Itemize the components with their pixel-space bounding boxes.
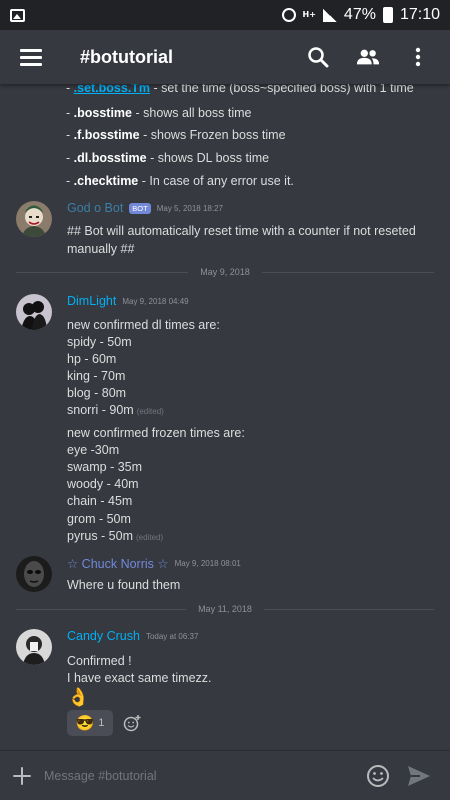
username[interactable]: DimLight xyxy=(67,294,116,308)
message-text: grom - 50m xyxy=(67,512,131,526)
channel-title: #botutorial xyxy=(80,46,173,67)
clock: 17:10 xyxy=(399,6,440,23)
timestamp: Today at 06:37 xyxy=(145,631,199,641)
message-text: new confirmed frozen times are: xyxy=(67,426,245,440)
alarm-icon xyxy=(281,8,296,22)
battery-icon xyxy=(382,7,393,23)
username[interactable]: ☆ Chuck Norris ☆ xyxy=(67,556,169,571)
message-composer xyxy=(0,750,450,800)
signal-icon xyxy=(322,8,337,22)
avatar[interactable] xyxy=(16,201,52,237)
username[interactable]: Candy Crush xyxy=(67,629,140,643)
message-text: ## Bot will automatically reset time wit… xyxy=(67,224,416,238)
add-reaction-icon[interactable] xyxy=(123,714,141,732)
add-attachment-icon[interactable] xyxy=(12,766,32,786)
menu-icon[interactable] xyxy=(20,49,42,66)
message-header: DimLight May 9, 2018 04:49 xyxy=(67,294,189,308)
message-header: God o Bot BOT May 5, 2018 18:27 xyxy=(67,201,223,215)
avatar[interactable] xyxy=(16,629,52,665)
bot-badge: BOT xyxy=(129,202,151,214)
command-list-item: - .f.bosstime - shows Frozen boss time xyxy=(66,128,286,142)
search-icon[interactable] xyxy=(306,45,330,69)
command-list-item: - .dl.bosstime - shows DL boss time xyxy=(66,151,270,165)
date-divider: May 9, 2018 xyxy=(16,266,434,278)
edited-label: (edited) xyxy=(136,533,164,542)
channel-header: #botutorial xyxy=(0,30,450,84)
message-text: chain - 45m xyxy=(67,494,133,508)
message-text: eye -30m xyxy=(67,443,120,457)
timestamp: May 9, 2018 08:01 xyxy=(174,559,241,568)
send-icon[interactable] xyxy=(406,764,432,788)
timestamp: May 5, 2018 18:27 xyxy=(156,203,223,213)
reaction-count: 1 xyxy=(98,717,105,729)
command-list-item: - .bosstime - shows all boss time xyxy=(66,106,252,120)
message-text: snorri - 90m (edited) xyxy=(67,403,164,417)
message-text: woody - 40m xyxy=(67,477,139,491)
reaction-button[interactable]: 😎 1 xyxy=(67,710,113,736)
message-text: spidy - 50m xyxy=(67,335,132,349)
gallery-notification-icon xyxy=(10,8,25,22)
ok-hand-emoji: 👌 xyxy=(67,687,90,707)
message-text: hp - 60m xyxy=(67,352,117,366)
timestamp: May 9, 2018 04:49 xyxy=(122,296,189,306)
message-list[interactable]: - .set.boss.Tm - set the time (boss~spec… xyxy=(0,84,450,750)
avatar[interactable] xyxy=(16,556,52,592)
overflow-menu-icon[interactable] xyxy=(406,45,430,69)
message-text: blog - 80m xyxy=(67,386,127,400)
message-text: king - 70m xyxy=(67,369,126,383)
edited-label: (edited) xyxy=(136,407,164,416)
command-link[interactable]: .set.boss.Tm xyxy=(74,84,150,95)
battery-percent: 47% xyxy=(343,6,376,23)
command-list-item: - .checktime - In case of any error use … xyxy=(66,174,294,188)
username[interactable]: God o Bot xyxy=(67,201,123,215)
command-list-item: - .set.boss.Tm - set the time (boss~spec… xyxy=(66,84,414,95)
message-text: I have exact same timezz. xyxy=(67,671,212,685)
avatar[interactable] xyxy=(16,294,52,330)
emoji-picker-icon[interactable] xyxy=(366,764,390,788)
status-bar: H+ 47% 17:10 xyxy=(0,0,450,30)
sunglasses-emoji-icon: 😎 xyxy=(75,715,95,732)
message-text: pyrus - 50m (edited) xyxy=(67,529,164,543)
message-text: manually ## xyxy=(67,242,135,256)
message-text: new confirmed dl times are: xyxy=(67,318,220,332)
message-text: swamp - 35m xyxy=(67,460,143,474)
message-text: Confirmed ! xyxy=(67,654,132,668)
message-input[interactable] xyxy=(44,760,344,791)
network-type-indicator: H+ xyxy=(302,10,316,19)
date-divider: May 11, 2018 xyxy=(16,603,434,615)
message-text: Where u found them xyxy=(67,578,181,592)
message-header: Candy Crush Today at 06:37 xyxy=(67,629,198,643)
members-icon[interactable] xyxy=(356,45,380,69)
message-header: ☆ Chuck Norris ☆ May 9, 2018 08:01 xyxy=(67,556,241,571)
